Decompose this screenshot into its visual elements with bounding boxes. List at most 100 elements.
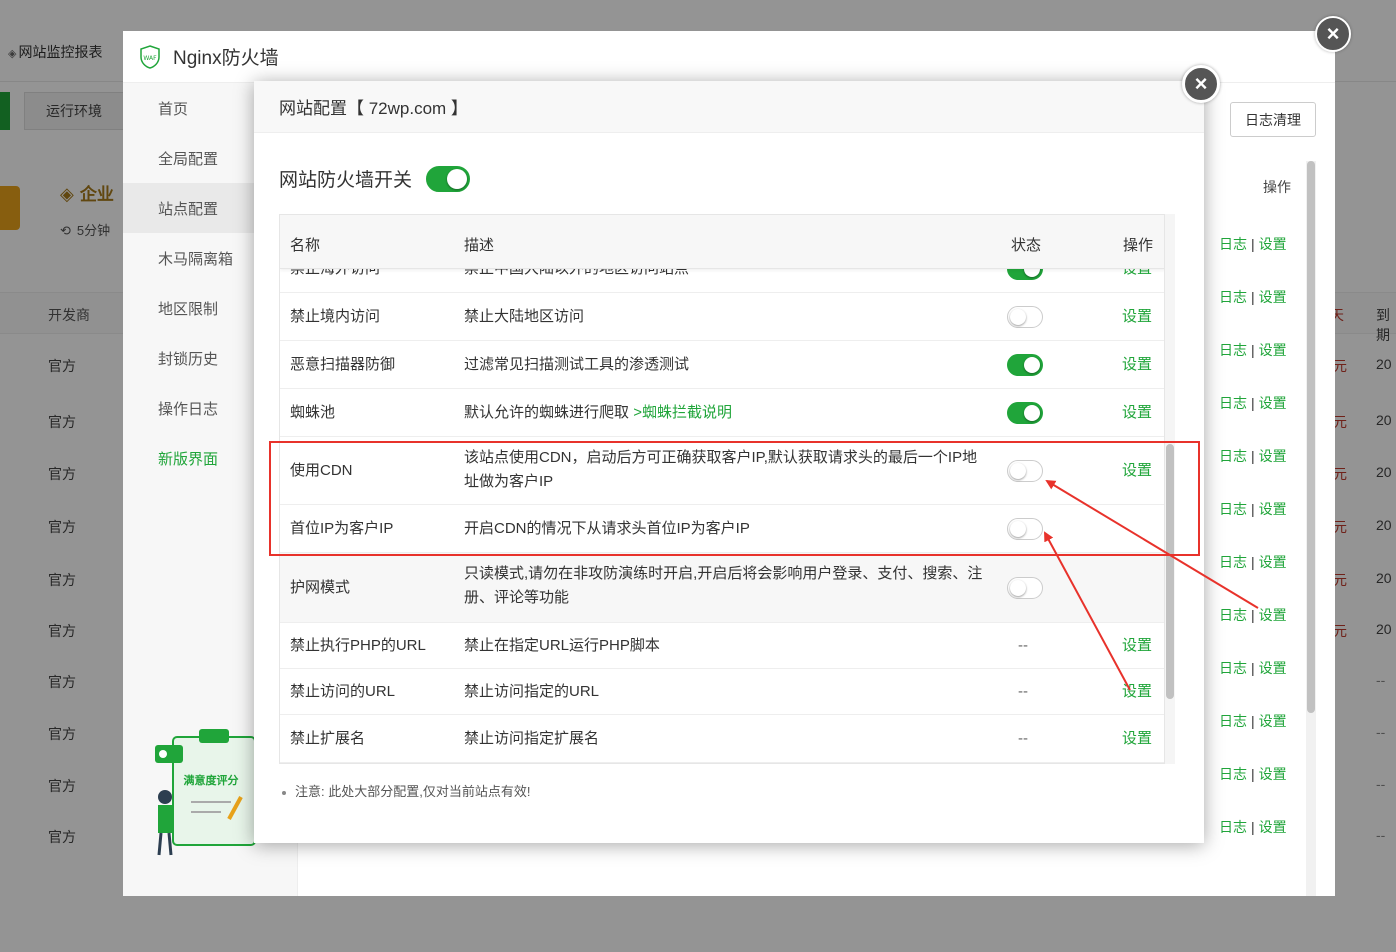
settings-link[interactable]: 设置 [1259,393,1287,413]
rule-settings-link[interactable]: 设置 [1122,305,1152,329]
link-separator: | [1251,394,1255,411]
satisfaction-survey-icon[interactable]: 满意度评分 [151,727,261,857]
config-note: 注意: 此处大部分配置,仅对当前站点有效! [282,781,530,800]
log-link[interactable]: 日志 [1219,658,1247,678]
svg-text:WAF: WAF [143,55,157,62]
rule-status-switch[interactable] [1007,577,1043,599]
link-separator: | [1251,818,1255,835]
modal-close-button[interactable]: × [1182,65,1220,103]
waf-header: WAF Nginx防火墙 [123,31,1335,83]
link-separator: | [1251,447,1255,464]
log-link[interactable]: 日志 [1219,711,1247,731]
rule-row-forbid-extension: 禁止扩展名 禁止访问指定扩展名 -- 设置 [280,715,1164,763]
firewall-switch-label: 网站防火墙开关 [279,170,413,191]
link-separator: | [1251,606,1255,623]
settings-link[interactable]: 设置 [1259,340,1287,360]
firewall-switch-row: 网站防火墙开关 [279,165,471,192]
waf-row-actions: 日志 | 设置 [1219,641,1319,694]
link-separator: | [1251,341,1255,358]
rule-name: 禁止境内访问 [290,308,381,325]
settings-link[interactable]: 设置 [1259,658,1287,678]
table-scrollbar-thumb[interactable] [1166,444,1174,699]
rules-table-header: 名称 描述 状态 操作 [280,215,1164,269]
rule-name: 恶意扫描器防御 [290,356,396,373]
waf-row-actions: 日志 | 设置 [1219,323,1319,376]
col-status: 状态 [1011,237,1042,254]
log-link[interactable]: 日志 [1219,552,1247,572]
rule-status-switch[interactable] [1007,354,1043,376]
firewall-switch[interactable] [426,165,471,192]
log-link[interactable]: 日志 [1219,499,1247,519]
switch-knob [1010,309,1026,325]
rule-desc: 禁止访问指定扩展名 [464,730,600,747]
settings-link[interactable]: 设置 [1259,817,1287,837]
log-link[interactable]: 日志 [1219,393,1247,413]
settings-link[interactable]: 设置 [1259,499,1287,519]
rule-row-forbid-url: 禁止访问的URL 禁止访问指定的URL -- 设置 [280,669,1164,715]
rule-status-switch[interactable] [1007,306,1043,328]
rule-row-scanner-defense: 恶意扫描器防御 过滤常见扫描测试工具的渗透测试 设置 [280,341,1164,389]
settings-link[interactable]: 设置 [1259,711,1287,731]
rule-settings-link[interactable]: 设置 [1122,353,1152,377]
settings-link[interactable]: 设置 [1259,605,1287,625]
log-clear-button[interactable]: 日志清理 [1230,102,1316,137]
settings-link[interactable]: 设置 [1259,287,1287,307]
col-desc: 描述 [464,237,495,254]
waf-row-actions: 日志 | 设置 [1219,482,1319,535]
link-separator: | [1251,500,1255,517]
rule-desc: 该站点使用CDN，启动后方可正确获取客户IP,默认获取请求头的最后一个IP地址做… [464,449,978,490]
log-link[interactable]: 日志 [1219,287,1247,307]
rules-table: 禁止海外访问禁止中国大陆以外的地区访问站点设置禁止境内访问禁止大陆地区访问设置恶… [279,214,1165,764]
rule-status-empty: -- [1018,637,1028,654]
switch-knob [1010,580,1026,596]
log-link[interactable]: 日志 [1219,340,1247,360]
rule-status-switch[interactable] [1007,460,1043,482]
rule-desc: 禁止访问指定的URL [464,683,600,700]
rule-desc: 禁止在指定URL运行PHP脚本 [464,637,660,654]
settings-link[interactable]: 设置 [1259,234,1287,254]
col-op: 操作 [1123,237,1154,254]
waf-close-button[interactable]: × [1315,16,1351,52]
rule-settings-link[interactable]: 设置 [1122,459,1152,483]
rule-desc: 只读模式,请勿在非攻防演练时开启,开启后将会影响用户登录、支付、搜索、注册、评论… [464,565,983,606]
rule-status-switch[interactable] [1007,518,1043,540]
waf-row-actions: 日志 | 设置 [1219,747,1319,800]
rule-name: 禁止访问的URL [290,683,396,700]
settings-link[interactable]: 设置 [1259,552,1287,572]
rule-name: 蜘蛛池 [290,404,336,421]
waf-shield-icon: WAF [140,44,160,69]
rule-status-empty: -- [1018,683,1028,700]
settings-link[interactable]: 设置 [1259,446,1287,466]
rule-row-use-cdn: 使用CDN 该站点使用CDN，启动后方可正确获取客户IP,默认获取请求头的最后一个… [280,437,1164,505]
rule-settings-link[interactable]: 设置 [1122,401,1152,425]
settings-link[interactable]: 设置 [1259,764,1287,784]
link-separator: | [1251,553,1255,570]
rule-name: 禁止执行PHP的URL [290,637,426,654]
rule-desc: 过滤常见扫描测试工具的渗透测试 [464,356,690,373]
rule-status-switch[interactable] [1007,402,1043,424]
waf-op-header: 操作 [1263,179,1291,195]
waf-row-actions: 日志 | 设置 [1219,535,1319,588]
rule-row-spider-pool: 蜘蛛池 默认允许的蜘蛛进行爬取 >蜘蛛拦截说明 设置 [280,389,1164,437]
waf-row-actions: 日志 | 设置 [1219,429,1319,482]
waf-title: Nginx防火墙 [173,48,279,69]
log-link[interactable]: 日志 [1219,605,1247,625]
log-link[interactable]: 日志 [1219,817,1247,837]
rule-settings-link[interactable]: 设置 [1122,634,1152,658]
log-link[interactable]: 日志 [1219,446,1247,466]
link-separator: | [1251,765,1255,782]
rule-settings-link[interactable]: 设置 [1122,727,1152,751]
rule-desc: 开启CDN的情况下从请求头首位IP为客户IP [464,520,750,537]
waf-row-actions: 日志 | 设置 [1219,694,1319,747]
log-link[interactable]: 日志 [1219,764,1247,784]
rule-name: 首位IP为客户IP [290,520,394,537]
switch-knob [1024,405,1040,421]
rule-settings-link[interactable]: 设置 [1122,680,1152,704]
rule-name: 禁止扩展名 [290,730,366,747]
spider-doc-link[interactable]: >蜘蛛拦截说明 [633,404,732,421]
rule-row-first-ip-client: 首位IP为客户IP 开启CDN的情况下从请求头首位IP为客户IP [280,505,1164,553]
waf-row-actions: 日志 | 设置 [1219,270,1319,323]
log-link[interactable]: 日志 [1219,234,1247,254]
link-separator: | [1251,659,1255,676]
waf-scrollbar-thumb[interactable] [1307,161,1315,713]
